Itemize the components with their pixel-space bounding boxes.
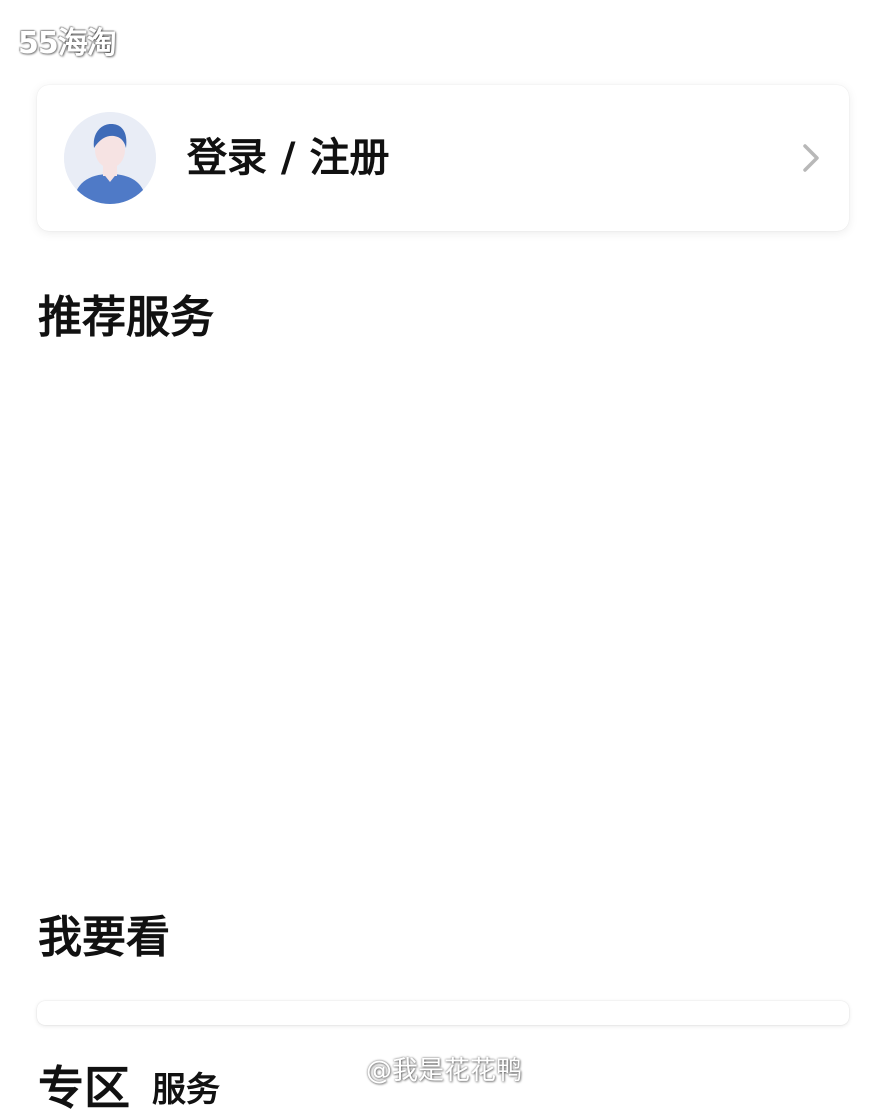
login-register-label: 登录 / 注册 xyxy=(187,135,390,181)
want-to-see-panel xyxy=(37,1001,849,1025)
top-watermark: 55海淘 xyxy=(18,26,117,61)
login-register-card[interactable]: 登录 / 注册 xyxy=(37,85,849,231)
zone-services-subtitle: 服务 xyxy=(152,1070,220,1110)
default-user-avatar-icon xyxy=(64,112,156,204)
want-to-see-title: 我要看 xyxy=(38,912,170,963)
zone-title: 专区 xyxy=(38,1061,130,1115)
chevron-right-icon xyxy=(803,144,819,172)
bottom-watermark: @我是花花鸭 xyxy=(366,1056,523,1086)
recommended-services-area xyxy=(37,360,849,890)
recommended-services-title: 推荐服务 xyxy=(38,292,214,343)
